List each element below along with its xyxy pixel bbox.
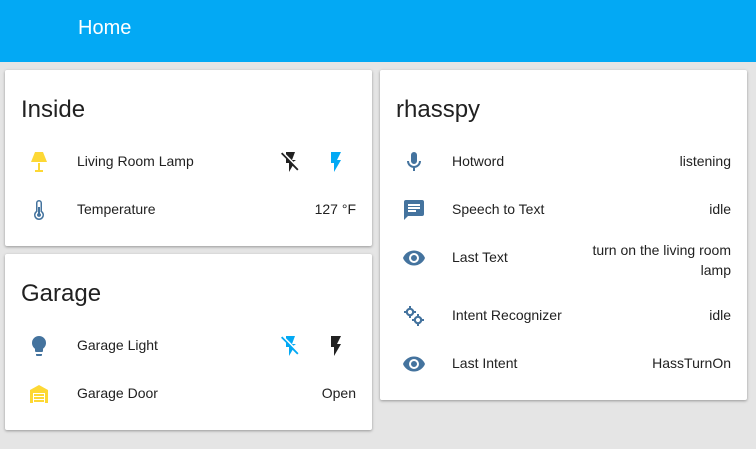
turn-off-button[interactable] <box>277 148 305 176</box>
entity-label[interactable]: Last Intent <box>452 355 517 371</box>
entity-state: Open <box>321 385 356 401</box>
thermometer-icon <box>27 198 51 222</box>
entity-state: turn on the living room lamp <box>592 242 731 278</box>
entity-label[interactable]: Temperature <box>77 201 156 217</box>
entity-row-living-room-lamp: Living Room Lamp <box>5 142 372 182</box>
card-garage: Garage Garage Light Garage Door Open <box>5 254 372 430</box>
entity-row-hotword: Hotword listening <box>380 142 747 182</box>
microphone-icon <box>402 150 426 174</box>
card-title: Garage <box>21 280 102 307</box>
entity-row-last-text: Last Text turn on the living room lamp <box>380 238 747 288</box>
garage-open-icon <box>27 382 51 406</box>
entity-label[interactable]: Intent Recognizer <box>452 307 562 323</box>
card-title: rhasspy <box>396 96 481 123</box>
turn-off-button[interactable] <box>277 332 305 360</box>
floor-lamp-icon <box>27 150 51 174</box>
entity-row-last-intent: Last Intent HassTurnOn <box>380 344 747 384</box>
entity-row-garage-light: Garage Light <box>5 326 372 366</box>
entity-state: idle <box>709 201 731 217</box>
entity-label[interactable]: Speech to Text <box>452 201 544 217</box>
entity-row-garage-door: Garage Door Open <box>5 374 372 414</box>
eye-icon <box>402 246 426 270</box>
message-text-icon <box>402 198 426 222</box>
settings-icon <box>402 304 426 328</box>
lightbulb-icon <box>27 334 51 358</box>
entity-state: idle <box>709 307 731 323</box>
eye-icon <box>402 352 426 376</box>
turn-on-button[interactable] <box>322 148 350 176</box>
entity-label[interactable]: Last Text <box>452 249 508 265</box>
card-rhasspy: rhasspy Hotword listening Speech to Text… <box>380 70 747 400</box>
card-inside: Inside Living Room Lamp Temperature 127 … <box>5 70 372 246</box>
entity-row-intent-recognizer: Intent Recognizer idle <box>380 296 747 336</box>
entity-label[interactable]: Garage Light <box>77 337 158 353</box>
page-title: Home <box>78 17 132 39</box>
turn-on-button[interactable] <box>322 332 350 360</box>
entity-label[interactable]: Living Room Lamp <box>77 153 194 169</box>
entity-state: listening <box>679 153 731 169</box>
entity-row-speech-to-text: Speech to Text idle <box>380 190 747 230</box>
entity-state: HassTurnOn <box>652 355 731 371</box>
entity-label[interactable]: Hotword <box>452 153 504 169</box>
card-title: Inside <box>21 96 86 123</box>
entity-label[interactable]: Garage Door <box>77 385 158 401</box>
entity-row-temperature: Temperature 127 °F <box>5 190 372 230</box>
entity-state: 127 °F <box>314 201 356 217</box>
toolbar: Home <box>0 0 756 62</box>
